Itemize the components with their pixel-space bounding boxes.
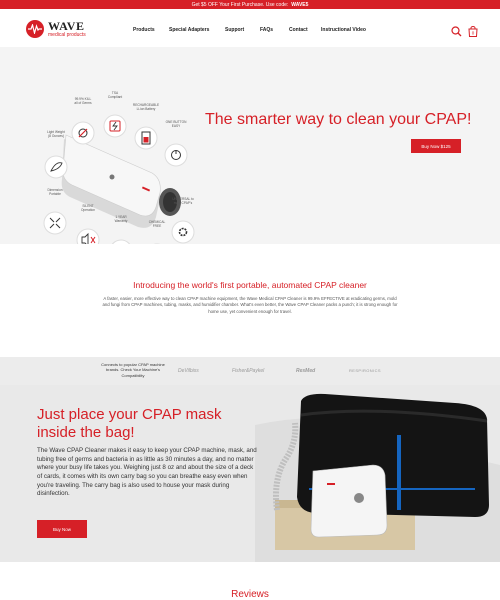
svg-text:0: 0 (472, 31, 475, 36)
wave-logo-icon (26, 20, 44, 38)
brands-compatibility-link[interactable]: Connects to popular CPAP machine brands.… (100, 362, 166, 381)
brand-logo-resmed: ResMed (296, 368, 316, 374)
feature-icon-silent (76, 228, 100, 244)
feature-label-kill-germs: 99.9% KILL all of Germs (74, 97, 92, 105)
brands-strip: Connects to popular CPAP machine brands.… (0, 357, 500, 385)
reviews-title: Reviews (231, 589, 269, 600)
feature-icon-universal (171, 220, 195, 244)
feature-wheel (43, 114, 195, 244)
feature-label-one-button: ONE BUTTON EASY (165, 120, 187, 128)
logo[interactable]: WAVE medical products (26, 20, 86, 38)
cart-icon[interactable]: 0 (468, 24, 478, 42)
bag-section-text: The Wave CPAP Cleaner makes it easy to k… (37, 447, 257, 498)
bag-section-title: Just place your CPAP mask inside the bag… (37, 406, 222, 442)
feature-icon-portable (43, 211, 67, 235)
hero-title: The smarter way to clean your CPAP! (205, 111, 472, 128)
intro-section: Introducing the world's first portable, … (0, 244, 500, 357)
nav-products[interactable]: Products (133, 27, 155, 33)
nav-instructional-video[interactable]: Instructional Video (321, 27, 366, 33)
feature-label-tsa: TSA Compliant (107, 91, 123, 99)
intro-title: Introducing the world's first portable, … (133, 280, 367, 290)
logo-subtitle: medical products (48, 32, 86, 38)
intro-text: A faster, easier, more effective way to … (102, 296, 398, 314)
feature-icon-battery (134, 126, 158, 150)
logo-name: WAVE (48, 19, 85, 33)
search-icon[interactable] (451, 24, 462, 42)
cpap-cleaner-device-image (61, 134, 181, 228)
promo-bar: Get $5 OFF Your First Purchase. Use code… (0, 0, 500, 9)
feature-icon-one-button (164, 143, 188, 167)
promo-code: WAVE5 (291, 1, 309, 8)
feature-label-portable: Dimension Portable (47, 188, 63, 196)
site-header: WAVE medical products Products Special A… (0, 9, 500, 47)
hero-buy-now-button[interactable]: Buy Now $125 (411, 139, 461, 153)
bag-buy-now-button[interactable]: Buy Now (37, 520, 87, 538)
feature-label-battery: RECHARGEABLE Li-ion Battery (132, 103, 160, 111)
brand-logo-respironics: RESPIRONICS (349, 368, 381, 373)
feature-icon-tsa (103, 114, 127, 138)
promo-text: Get $5 OFF Your First Purchase. Use code… (191, 1, 289, 8)
feature-label-light-weight: Light Weight (8 Ounces) (47, 130, 65, 138)
nav-contact[interactable]: Contact (289, 27, 308, 33)
brand-logo-fisher-paykel: Fisher&Paykel (232, 368, 265, 374)
feature-icon-kill-germs (71, 121, 95, 145)
nav-faqs[interactable]: FAQs (260, 27, 273, 33)
feature-label-chemical-free: CHEMICAL FREE (148, 220, 166, 228)
brand-logo-devilbiss: DeVilbiss (178, 368, 199, 374)
feature-label-universal: UNIVERSAL to most CPAP's (172, 197, 194, 205)
nav-special-adapters[interactable]: Special Adapters (169, 27, 209, 33)
carry-bag-section: Just place your CPAP mask inside the bag… (0, 385, 500, 562)
reviews-section: Reviews (0, 562, 500, 600)
carry-bag-image (255, 393, 500, 562)
nav-support[interactable]: Support (225, 27, 244, 33)
feature-icon-light-weight (44, 155, 68, 179)
feature-label-silent: SILENT Operation (81, 204, 95, 212)
hero-section: 99.9% KILL all of Germs TSA Compliant RE… (0, 47, 500, 244)
feature-label-warranty: 1 YEAR Warranty (114, 215, 128, 223)
